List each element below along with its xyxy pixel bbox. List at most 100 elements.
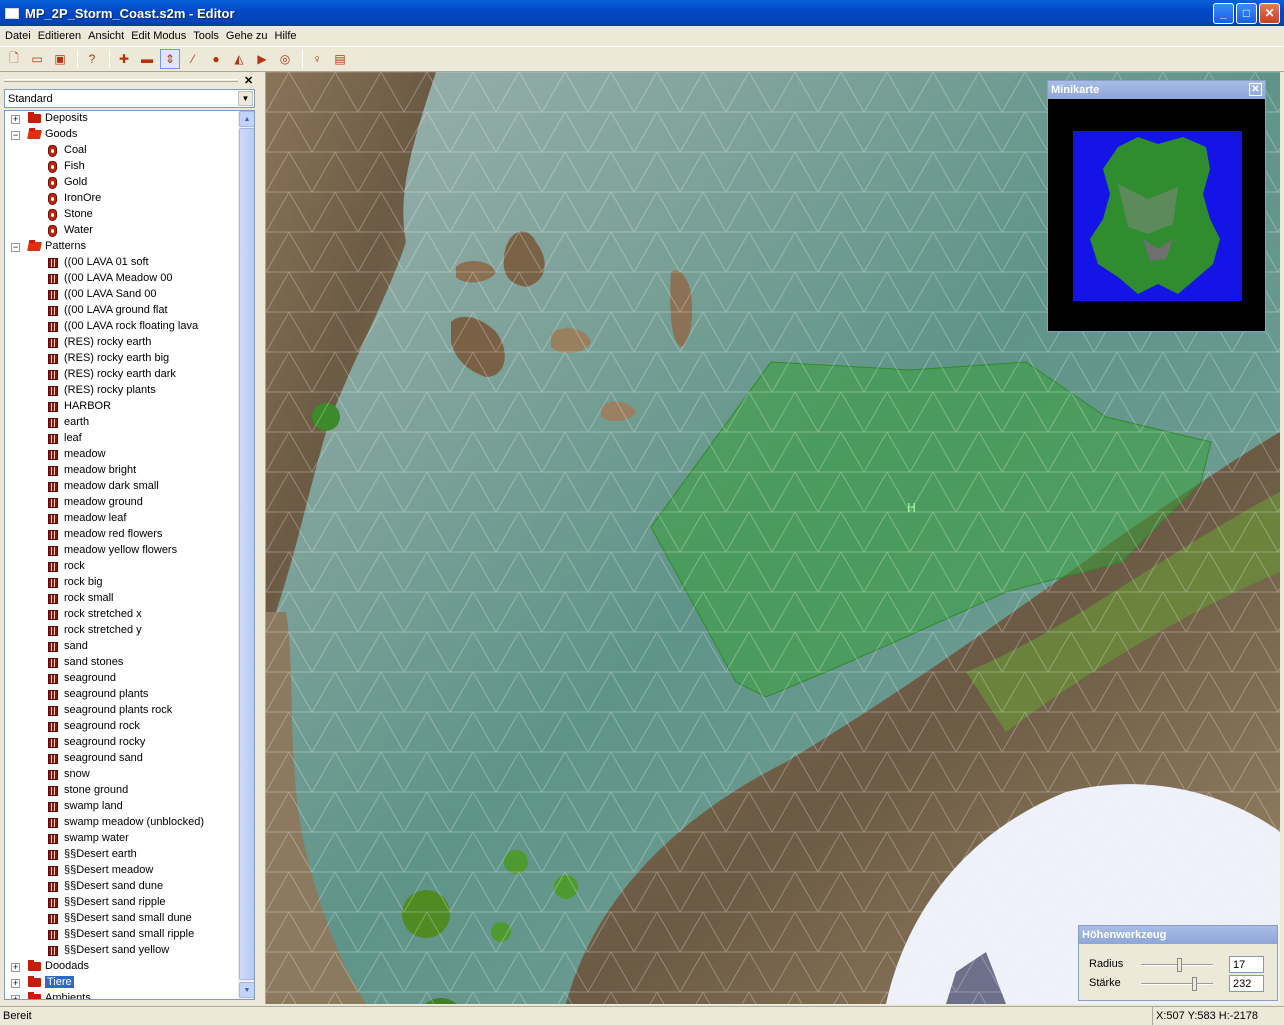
tree-item[interactable]: Stone: [5, 207, 239, 223]
strength-input[interactable]: 232: [1229, 975, 1264, 992]
tree-item[interactable]: sand stones: [5, 655, 239, 671]
tree-item[interactable]: ((00 LAVA 01 soft: [5, 255, 239, 271]
chevron-down-icon[interactable]: ▼: [238, 91, 253, 106]
close-button[interactable]: ✕: [1259, 2, 1280, 24]
menu-editieren[interactable]: Editieren: [35, 30, 84, 42]
scroll-up-icon[interactable]: ▲: [239, 111, 254, 127]
tree-folder[interactable]: + Ambients: [5, 991, 239, 999]
tree-item[interactable]: earth: [5, 415, 239, 431]
panel-grip[interactable]: [4, 79, 238, 82]
tree-item[interactable]: (RES) rocky earth: [5, 335, 239, 351]
tree-item[interactable]: meadow bright: [5, 463, 239, 479]
tree-item[interactable]: meadow ground: [5, 495, 239, 511]
tree-item[interactable]: meadow leaf: [5, 511, 239, 527]
light-icon[interactable]: ♀: [307, 49, 327, 69]
strength-slider-thumb[interactable]: [1192, 977, 1197, 991]
tree-item[interactable]: §§Desert meadow: [5, 863, 239, 879]
tree-item[interactable]: Gold: [5, 175, 239, 191]
scroll-down-icon[interactable]: ▼: [239, 982, 254, 998]
tree-item[interactable]: seaground plants rock: [5, 703, 239, 719]
tree-item[interactable]: (RES) rocky earth dark: [5, 367, 239, 383]
tree-folder[interactable]: + Deposits: [5, 111, 239, 127]
tree-folder[interactable]: − Goods: [5, 127, 239, 143]
menu-tools[interactable]: Tools: [190, 30, 222, 42]
menu-ansicht[interactable]: Ansicht: [85, 30, 127, 42]
tree-item[interactable]: meadow: [5, 447, 239, 463]
expand-icon[interactable]: +: [11, 115, 20, 124]
tree-item[interactable]: ((00 LAVA rock floating lava: [5, 319, 239, 335]
fill-icon[interactable]: ◭: [229, 49, 249, 69]
tree-item[interactable]: ((00 LAVA Sand 00: [5, 287, 239, 303]
tree-folder[interactable]: − Patterns: [5, 239, 239, 255]
tree-item[interactable]: snow: [5, 767, 239, 783]
tree-item[interactable]: leaf: [5, 431, 239, 447]
menu-datei[interactable]: Datei: [2, 30, 34, 42]
tree-item[interactable]: rock: [5, 559, 239, 575]
tree-item[interactable]: seaground rocky: [5, 735, 239, 751]
collapse-icon[interactable]: −: [11, 243, 20, 252]
tree-item[interactable]: §§Desert sand ripple: [5, 895, 239, 911]
tree-item[interactable]: meadow red flowers: [5, 527, 239, 543]
tree-item[interactable]: Coal: [5, 143, 239, 159]
tree-item[interactable]: Fish: [5, 159, 239, 175]
play-icon[interactable]: ▶: [252, 49, 272, 69]
tree-folder[interactable]: + Doodads: [5, 959, 239, 975]
tree-item[interactable]: (RES) rocky plants: [5, 383, 239, 399]
save-icon[interactable]: ▣: [50, 49, 70, 69]
radius-input[interactable]: 17: [1229, 956, 1264, 973]
target-icon[interactable]: ◎: [275, 49, 295, 69]
tree-item[interactable]: (RES) rocky earth big: [5, 351, 239, 367]
tree-item[interactable]: seaground plants: [5, 687, 239, 703]
category-combo[interactable]: Standard ▼: [4, 89, 255, 108]
tree-item[interactable]: §§Desert sand small ripple: [5, 927, 239, 943]
tree-item[interactable]: swamp water: [5, 831, 239, 847]
help-icon[interactable]: ?: [82, 49, 102, 69]
scroll-thumb[interactable]: [239, 128, 254, 980]
expand-icon[interactable]: +: [11, 995, 20, 999]
tree-item[interactable]: §§Desert sand small dune: [5, 911, 239, 927]
tree-item[interactable]: rock small: [5, 591, 239, 607]
tree-item[interactable]: ((00 LAVA Meadow 00: [5, 271, 239, 287]
tree-item[interactable]: meadow dark small: [5, 479, 239, 495]
tree-item[interactable]: seaground rock: [5, 719, 239, 735]
minimap-canvas[interactable]: [1048, 99, 1265, 331]
open-folder-icon[interactable]: ▭: [27, 49, 47, 69]
minimap-header[interactable]: Minikarte ✕: [1048, 81, 1265, 99]
radius-slider-thumb[interactable]: [1177, 958, 1182, 972]
place-object-icon[interactable]: ●: [206, 49, 226, 69]
tree-item[interactable]: rock stretched x: [5, 607, 239, 623]
tree-item[interactable]: swamp meadow (unblocked): [5, 815, 239, 831]
expand-icon[interactable]: +: [11, 963, 20, 972]
new-file-icon[interactable]: 🗋: [4, 49, 24, 69]
height-tool-icon[interactable]: ⇕: [160, 49, 180, 69]
menu-edit-modus[interactable]: Edit Modus: [128, 30, 189, 42]
tree-item[interactable]: rock stretched y: [5, 623, 239, 639]
tree-item[interactable]: ((00 LAVA ground flat: [5, 303, 239, 319]
height-tool-title[interactable]: Höhenwerkzeug: [1079, 926, 1277, 944]
tree-scrollbar[interactable]: ▲ ▼: [238, 111, 254, 999]
copy-icon[interactable]: ▤: [330, 49, 350, 69]
tree-item[interactable]: Water: [5, 223, 239, 239]
minimap-close-icon[interactable]: ✕: [1249, 83, 1262, 96]
collapse-icon[interactable]: −: [11, 131, 20, 140]
tree-item[interactable]: HARBOR: [5, 399, 239, 415]
tree-item[interactable]: swamp land: [5, 799, 239, 815]
radius-slider[interactable]: [1141, 958, 1213, 972]
tree-item[interactable]: seaground sand: [5, 751, 239, 767]
menu-hilfe[interactable]: Hilfe: [272, 30, 300, 42]
strength-slider[interactable]: [1141, 977, 1213, 991]
brush-icon[interactable]: ⁄: [183, 49, 203, 69]
tree-item[interactable]: §§Desert sand yellow: [5, 943, 239, 959]
expand-icon[interactable]: +: [11, 979, 20, 988]
tree-item[interactable]: meadow yellow flowers: [5, 543, 239, 559]
lower-icon[interactable]: ▬: [137, 49, 157, 69]
raise-icon[interactable]: ✚: [114, 49, 134, 69]
tree-item[interactable]: rock big: [5, 575, 239, 591]
maximize-button[interactable]: □: [1236, 2, 1257, 24]
tree-item[interactable]: stone ground: [5, 783, 239, 799]
menu-gehe-zu[interactable]: Gehe zu: [223, 30, 271, 42]
tree-item[interactable]: seaground: [5, 671, 239, 687]
minimize-button[interactable]: _: [1213, 2, 1234, 24]
tree-item[interactable]: IronOre: [5, 191, 239, 207]
tree-folder[interactable]: + Tiere: [5, 975, 239, 991]
